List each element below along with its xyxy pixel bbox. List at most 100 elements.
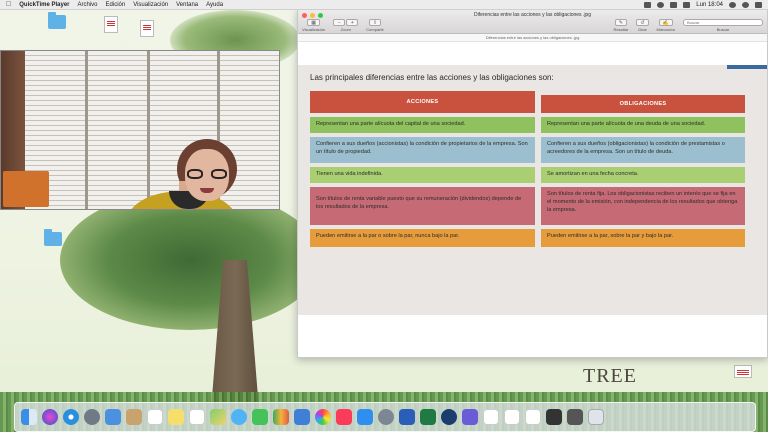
shutter-divider: [85, 51, 88, 209]
sidebar-toggle-button[interactable]: ▦: [307, 19, 320, 26]
desktop-folder-2[interactable]: [28, 229, 78, 246]
keynote-icon[interactable]: [294, 409, 310, 425]
calendar-icon[interactable]: [147, 409, 163, 425]
toolbar-search: Buscar: [683, 19, 763, 32]
word-icon[interactable]: [399, 409, 415, 425]
messages-icon[interactable]: [231, 409, 247, 425]
zoom-label: Zoom: [340, 27, 351, 32]
acciones-row-5: Pueden emitirse a la par o sobre la par,…: [310, 229, 535, 247]
zoom-in-button[interactable]: +: [346, 19, 359, 26]
share-button[interactable]: ⇧: [368, 19, 382, 26]
markup-icon: ✍: [662, 19, 669, 26]
zoom-out-icon: −: [337, 19, 341, 26]
finder-icon[interactable]: [21, 409, 37, 425]
background-shutters: [11, 51, 279, 209]
slide-heading: Las principales diferencias entre las ac…: [310, 73, 554, 82]
excel-icon[interactable]: [420, 409, 436, 425]
pdf-document-icon: [104, 16, 118, 33]
toolbar-compartir: ⇧ Compartir: [366, 19, 384, 32]
menu-ventana[interactable]: Ventana: [176, 2, 198, 8]
volume-icon[interactable]: [670, 1, 678, 8]
folder-icon: [48, 12, 66, 29]
window-titlebar[interactable]: Diferencias entre las acciones y las obl…: [298, 10, 767, 34]
spotlight-icon[interactable]: [729, 1, 736, 8]
document-icon[interactable]: [525, 409, 541, 425]
obligaciones-row-5: Pueden emitirse a la par, sobre la par y…: [541, 229, 745, 247]
toolbar-resaltar: ✎ Resaltar: [613, 19, 628, 32]
desktop-folder-1[interactable]: [32, 12, 82, 29]
menu-edicion[interactable]: Edición: [106, 2, 126, 8]
mail-icon[interactable]: [105, 409, 121, 425]
menu-archivo[interactable]: Archivo: [78, 2, 98, 8]
toolbar-girar: ↺ Girar: [636, 19, 649, 32]
obligaciones-row-1: Representan una parte alícuota de una de…: [541, 117, 745, 133]
maps-icon[interactable]: [210, 409, 226, 425]
shutter-divider: [147, 51, 150, 209]
document-icon[interactable]: [483, 409, 499, 425]
wallpaper-text-line2: TREE: [583, 365, 637, 387]
obligaciones-row-4: Son títulos de renta fija. Los obligacio…: [541, 187, 745, 225]
acciones-row-1: Representan una parte alícuota del capit…: [310, 117, 535, 133]
resaltar-label: Resaltar: [613, 27, 629, 32]
folder-icon: [44, 229, 62, 246]
window-title: Diferencias entre las acciones y las obl…: [473, 12, 591, 18]
trash-icon[interactable]: [588, 409, 604, 425]
contacts-icon[interactable]: [126, 409, 142, 425]
header-obligaciones: OBLIGACIONES: [541, 95, 745, 113]
numbers-icon[interactable]: [273, 409, 289, 425]
screenshot-icon[interactable]: [546, 409, 562, 425]
launchpad-icon[interactable]: [84, 409, 100, 425]
toolbar-visualizacion: ▦ Visualización: [302, 19, 325, 32]
app-store-icon[interactable]: [357, 409, 373, 425]
facetime-icon[interactable]: [252, 409, 268, 425]
acciones-row-4: Son títulos de renta variable puesto que…: [310, 187, 535, 225]
menu-clock[interactable]: Lun 18:04: [696, 2, 723, 8]
zoom-out-button[interactable]: −: [333, 19, 346, 26]
battery-icon[interactable]: [683, 1, 691, 8]
rotate-icon: ↺: [640, 19, 645, 26]
girar-label: Girar: [638, 27, 647, 32]
siri-menu-icon[interactable]: [742, 1, 749, 8]
obligaciones-row-2: Confieren a sus dueños (obligacionistas)…: [541, 137, 745, 163]
menu-ayuda[interactable]: Ayuda: [206, 2, 223, 8]
apple-menu-icon[interactable]: : [6, 1, 11, 8]
acciones-row-2: Confieren a sus dueños (accionistas) la …: [310, 137, 535, 163]
toolbar-marcacion: ✍ Marcación: [657, 19, 675, 32]
share-icon: ⇧: [372, 19, 378, 26]
quicktime-icon[interactable]: [441, 409, 457, 425]
menu-bar:  QuickTime Player Archivo Edición Visua…: [0, 0, 768, 10]
notes-icon[interactable]: [168, 409, 184, 425]
search-input[interactable]: [683, 19, 763, 26]
imovie-icon[interactable]: [462, 409, 478, 425]
preview-toolbar: ▦ Visualización − + Zoom ⇧ Compartir ✎ R…: [302, 19, 763, 33]
screen-recording-icon[interactable]: [644, 1, 652, 8]
desktop-document-2[interactable]: [122, 20, 172, 37]
buscar-label: Buscar: [716, 27, 730, 32]
document-subtitle: Diferencias entre las acciones y las obl…: [298, 34, 767, 42]
highlight-button[interactable]: ✎: [614, 19, 627, 26]
webcam-overlay: [0, 50, 280, 210]
zoom-in-icon: +: [350, 19, 354, 26]
music-icon[interactable]: [336, 409, 352, 425]
document-icon[interactable]: [504, 409, 520, 425]
wifi-icon[interactable]: [657, 1, 665, 8]
desktop-screenshot-file[interactable]: [718, 365, 768, 378]
menu-visualizacion[interactable]: Visualización: [133, 2, 168, 8]
preview-window: Diferencias entre las acciones y las obl…: [297, 9, 768, 358]
dock: [14, 402, 756, 432]
photos-icon[interactable]: [315, 409, 331, 425]
reminders-icon[interactable]: [189, 409, 205, 425]
acciones-row-3: Tienen una vida indefinida.: [310, 167, 535, 183]
slide-image: Las principales diferencias entre las ac…: [298, 65, 767, 315]
notification-center-icon[interactable]: [755, 1, 762, 8]
safari-icon[interactable]: [63, 409, 79, 425]
terminal-icon[interactable]: [567, 409, 583, 425]
siri-icon[interactable]: [42, 409, 58, 425]
markup-button[interactable]: ✍: [658, 19, 673, 26]
pdf-document-icon: [140, 20, 154, 37]
highlight-icon: ✎: [618, 19, 623, 26]
rotate-button[interactable]: ↺: [636, 19, 649, 26]
compartir-label: Compartir: [366, 27, 384, 32]
settings-icon[interactable]: [378, 409, 394, 425]
menu-app-name[interactable]: QuickTime Player: [19, 2, 69, 8]
